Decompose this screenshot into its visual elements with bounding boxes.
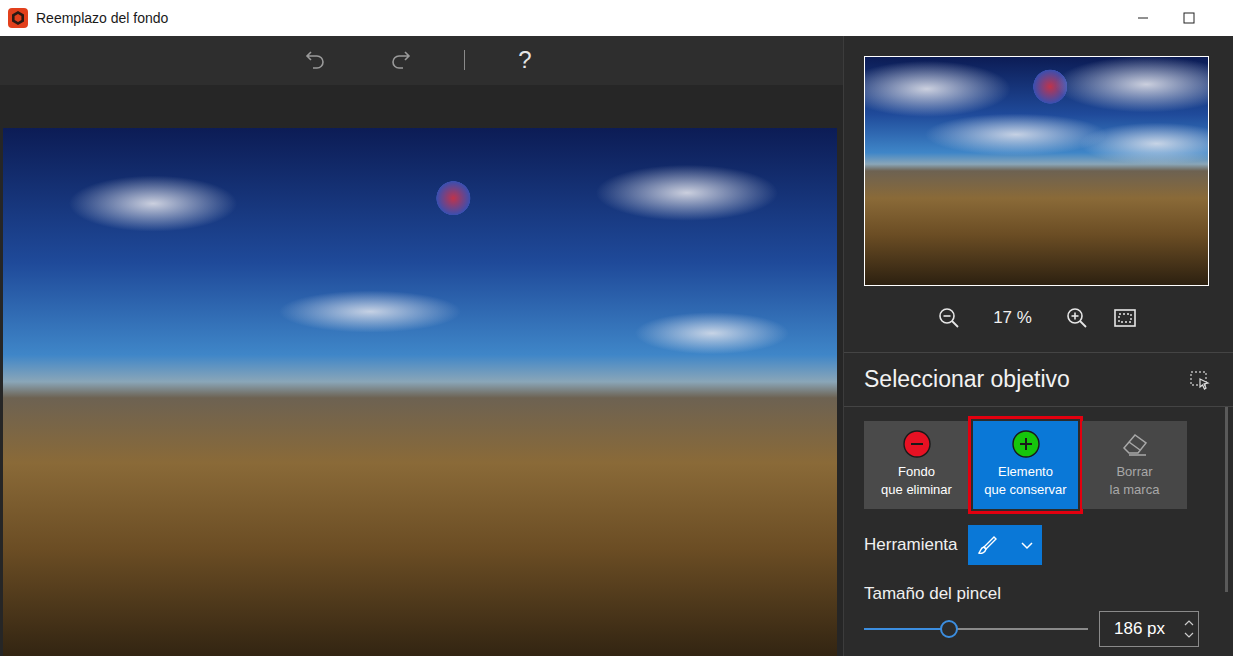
minus-circle-icon <box>902 429 932 459</box>
zoom-out-icon[interactable] <box>937 306 961 330</box>
zoom-in-icon[interactable] <box>1065 306 1089 330</box>
mode-label: que conservar <box>977 481 1074 499</box>
eraser-icon <box>1120 429 1150 459</box>
fit-screen-icon[interactable] <box>1113 306 1137 330</box>
app-logo-icon <box>8 8 28 28</box>
minimize-icon <box>1137 12 1149 24</box>
maximize-icon <box>1183 12 1195 24</box>
mode-label: Fondo <box>868 463 965 481</box>
mode-button[interactable]: Fondoque eliminar <box>864 421 969 509</box>
selection-icon[interactable] <box>1189 369 1211 391</box>
mode-label: Elemento <box>977 463 1074 481</box>
spin-up-icon[interactable] <box>1184 619 1194 626</box>
maximize-button[interactable] <box>1166 0 1212 36</box>
toolbar: ? <box>0 36 843 85</box>
window-title: Reemplazo del fondo <box>36 8 168 29</box>
brush-icon <box>976 534 998 556</box>
help-button[interactable]: ? <box>515 46 535 74</box>
navigator-thumbnail[interactable] <box>864 56 1209 286</box>
zoom-level: 17 % <box>985 305 1041 331</box>
mode-label: Borrar <box>1086 463 1183 481</box>
undo-icon <box>304 49 326 71</box>
slider-thumb[interactable] <box>940 620 958 638</box>
scrollbar[interactable] <box>1225 407 1228 592</box>
canvas-pane: ? <box>0 36 843 656</box>
brush-size-value: 186 px <box>1114 616 1165 642</box>
mode-group: Fondoque eliminarElementoque conservarBo… <box>864 421 1225 509</box>
brush-size-label: Tamaño del pincel <box>864 581 1225 607</box>
plus-circle-icon <box>1011 429 1041 459</box>
tool-dropdown[interactable] <box>968 525 1042 565</box>
title-bar: Reemplazo del fondo <box>0 0 1233 36</box>
toolbar-separator <box>464 50 465 70</box>
mode-label: la marca <box>1086 481 1183 499</box>
photo-canvas[interactable] <box>3 128 837 656</box>
mode-label: que eliminar <box>868 481 965 499</box>
side-panel: 17 % Seleccionar objetivo Fondoque elimi… <box>843 36 1233 656</box>
zoom-bar: 17 % <box>864 286 1209 350</box>
mode-button[interactable]: Elementoque conservar <box>973 421 1078 509</box>
chevron-down-icon <box>1020 538 1034 552</box>
mode-button: Borrarla marca <box>1082 421 1187 509</box>
brush-size-slider[interactable] <box>864 628 1088 630</box>
tool-label: Herramienta <box>864 532 958 558</box>
redo-button[interactable] <box>388 47 414 73</box>
slider-fill <box>864 628 949 630</box>
redo-icon <box>390 49 412 71</box>
brush-size-input[interactable]: 186 px <box>1099 611 1199 647</box>
section-title: Seleccionar objetivo <box>864 362 1070 397</box>
minimize-button[interactable] <box>1120 0 1166 36</box>
undo-button[interactable] <box>302 47 328 73</box>
spin-down-icon[interactable] <box>1184 632 1194 639</box>
